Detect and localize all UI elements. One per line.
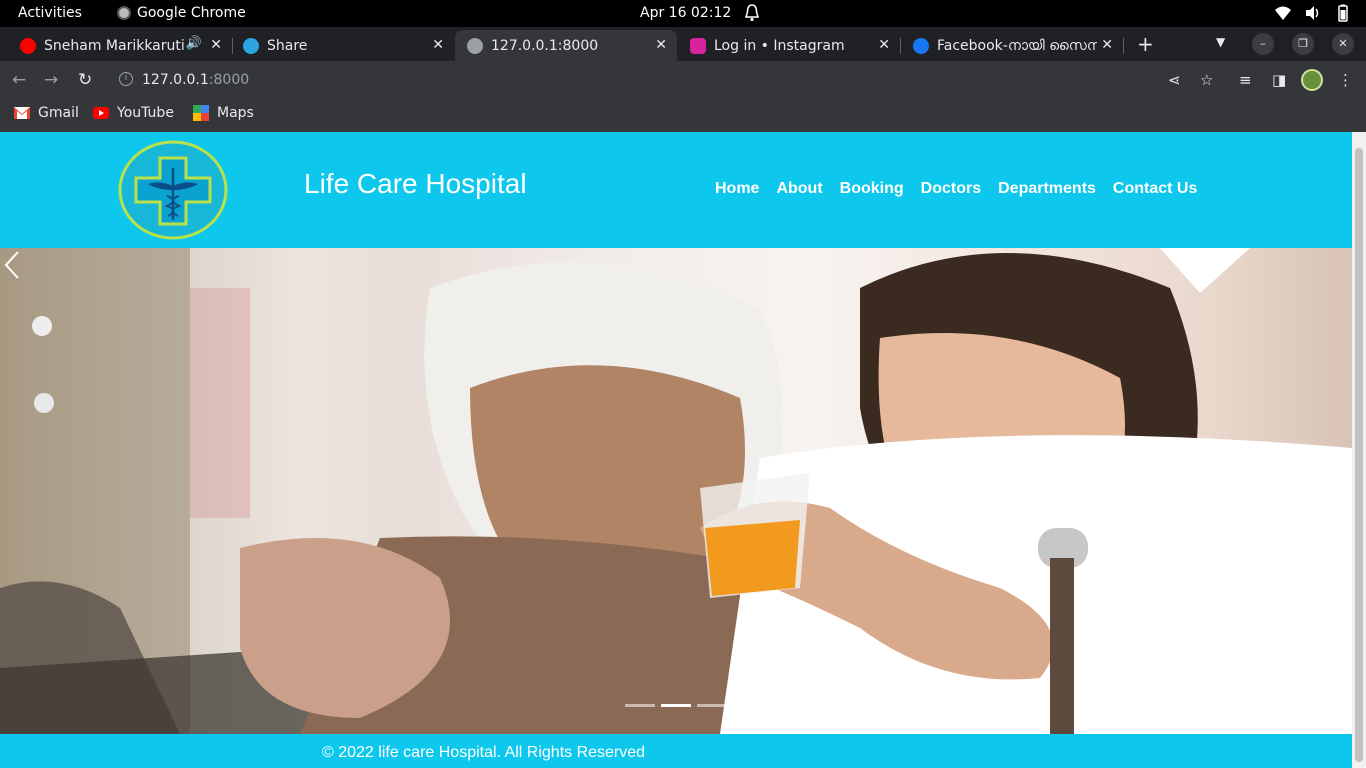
web-page: Life Care Hospital Home About Booking Do… [0,132,1352,768]
gmail-icon [14,107,30,119]
carousel-indicator-3[interactable] [697,704,727,707]
hero-carousel [0,248,1352,734]
reading-list-icon[interactable]: ≡ [1239,71,1252,89]
carousel-indicator-2[interactable] [661,704,691,707]
chrome-icon [117,6,131,20]
tab-strip: Sneham Marikkaruti 🔊 ✕ Share ✕ 127.0.0.1… [0,27,1366,61]
close-icon[interactable]: ✕ [210,37,222,53]
bookmark-label: YouTube [117,105,174,121]
bookmark-star-icon[interactable]: ☆ [1200,71,1213,89]
app-name: Google Chrome [137,5,246,21]
tab-divider [1123,38,1124,54]
url-text[interactable]: 127.0.0.1:8000 [142,72,249,88]
carousel-indicator-1[interactable] [625,704,655,707]
app-menu[interactable]: Google Chrome [117,5,246,21]
share-icon[interactable]: ⋖ [1168,71,1181,89]
clock[interactable]: Apr 16 02:12 [640,5,731,21]
site-footer: © 2022 life care Hospital. All Rights Re… [0,734,1352,768]
bookmarks-bar: Gmail YouTube Maps [0,99,1366,132]
tab-localhost[interactable]: 127.0.0.1:8000 ✕ [455,30,677,61]
close-icon[interactable]: ✕ [432,37,444,53]
tab-sneham-marikkaruti[interactable]: Sneham Marikkaruti 🔊 ✕ [8,30,233,61]
youtube-icon [20,37,36,54]
tab-facebook[interactable]: Facebook-നായി സൈനപ്പ് ✕ [901,30,1124,61]
tab-title: Facebook-നായി സൈനപ്പ് [937,37,1097,54]
bookmark-label: Gmail [38,105,79,121]
back-button[interactable]: ← [12,70,26,90]
tab-search-icon[interactable]: ▼ [1216,35,1225,49]
nav-about[interactable]: About [776,180,822,198]
system-status-area[interactable] [1274,4,1352,22]
bookmark-label: Maps [217,105,254,121]
carousel-prev-button[interactable] [0,248,24,282]
close-window-button[interactable]: ✕ [1332,33,1354,55]
profile-avatar[interactable] [1301,69,1323,91]
activities-button[interactable]: Activities [18,5,82,21]
nav-departments[interactable]: Departments [998,180,1096,198]
new-tab-button[interactable]: + [1137,32,1154,56]
menu-kebab-icon[interactable]: ⋮ [1338,71,1353,89]
facebook-icon [913,37,929,54]
carousel-indicators [625,704,727,707]
site-info-icon[interactable]: i [119,72,133,86]
bookmark-youtube[interactable]: YouTube [93,105,174,121]
bookmark-gmail[interactable]: Gmail [14,105,79,121]
bookmark-maps[interactable]: Maps [193,105,254,121]
tab-title: 127.0.0.1:8000 [491,37,599,54]
hero-image [0,248,1352,734]
tab-title: Log in • Instagram [714,37,845,54]
maximize-button[interactable]: ❐ [1292,33,1314,55]
site-title: Life Care Hospital [304,168,527,199]
wifi-icon [1275,6,1291,20]
tab-title: Share [267,37,308,54]
forward-button[interactable]: → [44,70,58,90]
telegram-icon [243,37,259,54]
page-scrollbar[interactable] [1352,132,1366,768]
hospital-logo[interactable] [118,140,228,240]
close-icon[interactable]: ✕ [655,37,667,53]
side-panel-icon[interactable]: ◨ [1272,71,1286,89]
youtube-icon [93,107,109,119]
audio-playing-icon[interactable]: 🔊 [186,36,202,51]
nav-doctors[interactable]: Doctors [921,180,981,198]
tab-instagram[interactable]: Log in • Instagram ✕ [678,30,901,61]
reload-button[interactable]: ↻ [78,70,92,90]
nav-home[interactable]: Home [715,180,759,198]
system-top-bar: Activities Google Chrome Apr 16 02:12 [0,0,1366,27]
instagram-icon [690,37,706,54]
site-header: Life Care Hospital Home About Booking Do… [0,132,1352,248]
tab-title: Sneham Marikkaruti [44,37,184,54]
globe-icon [467,37,483,54]
browser-toolbar: ← → ↻ i 127.0.0.1:8000 ⋖ ☆ ≡ ◨ ⋮ [0,61,1366,99]
copyright-text: © 2022 life care Hospital. All Rights Re… [322,744,646,761]
nav-booking[interactable]: Booking [840,180,904,198]
tab-share[interactable]: Share ✕ [231,30,454,61]
maps-icon [193,105,209,121]
close-icon[interactable]: ✕ [878,37,890,53]
scrollbar-thumb[interactable] [1355,148,1363,762]
minimize-button[interactable]: – [1252,33,1274,55]
nav-contact-us[interactable]: Contact Us [1113,180,1197,198]
volume-icon [1306,6,1319,20]
battery-icon [1338,4,1348,22]
bell-icon [744,4,760,22]
address-bar[interactable]: i 127.0.0.1:8000 [108,65,1228,95]
main-nav: Home About Booking Doctors Departments C… [715,180,1197,198]
close-icon[interactable]: ✕ [1101,37,1113,53]
